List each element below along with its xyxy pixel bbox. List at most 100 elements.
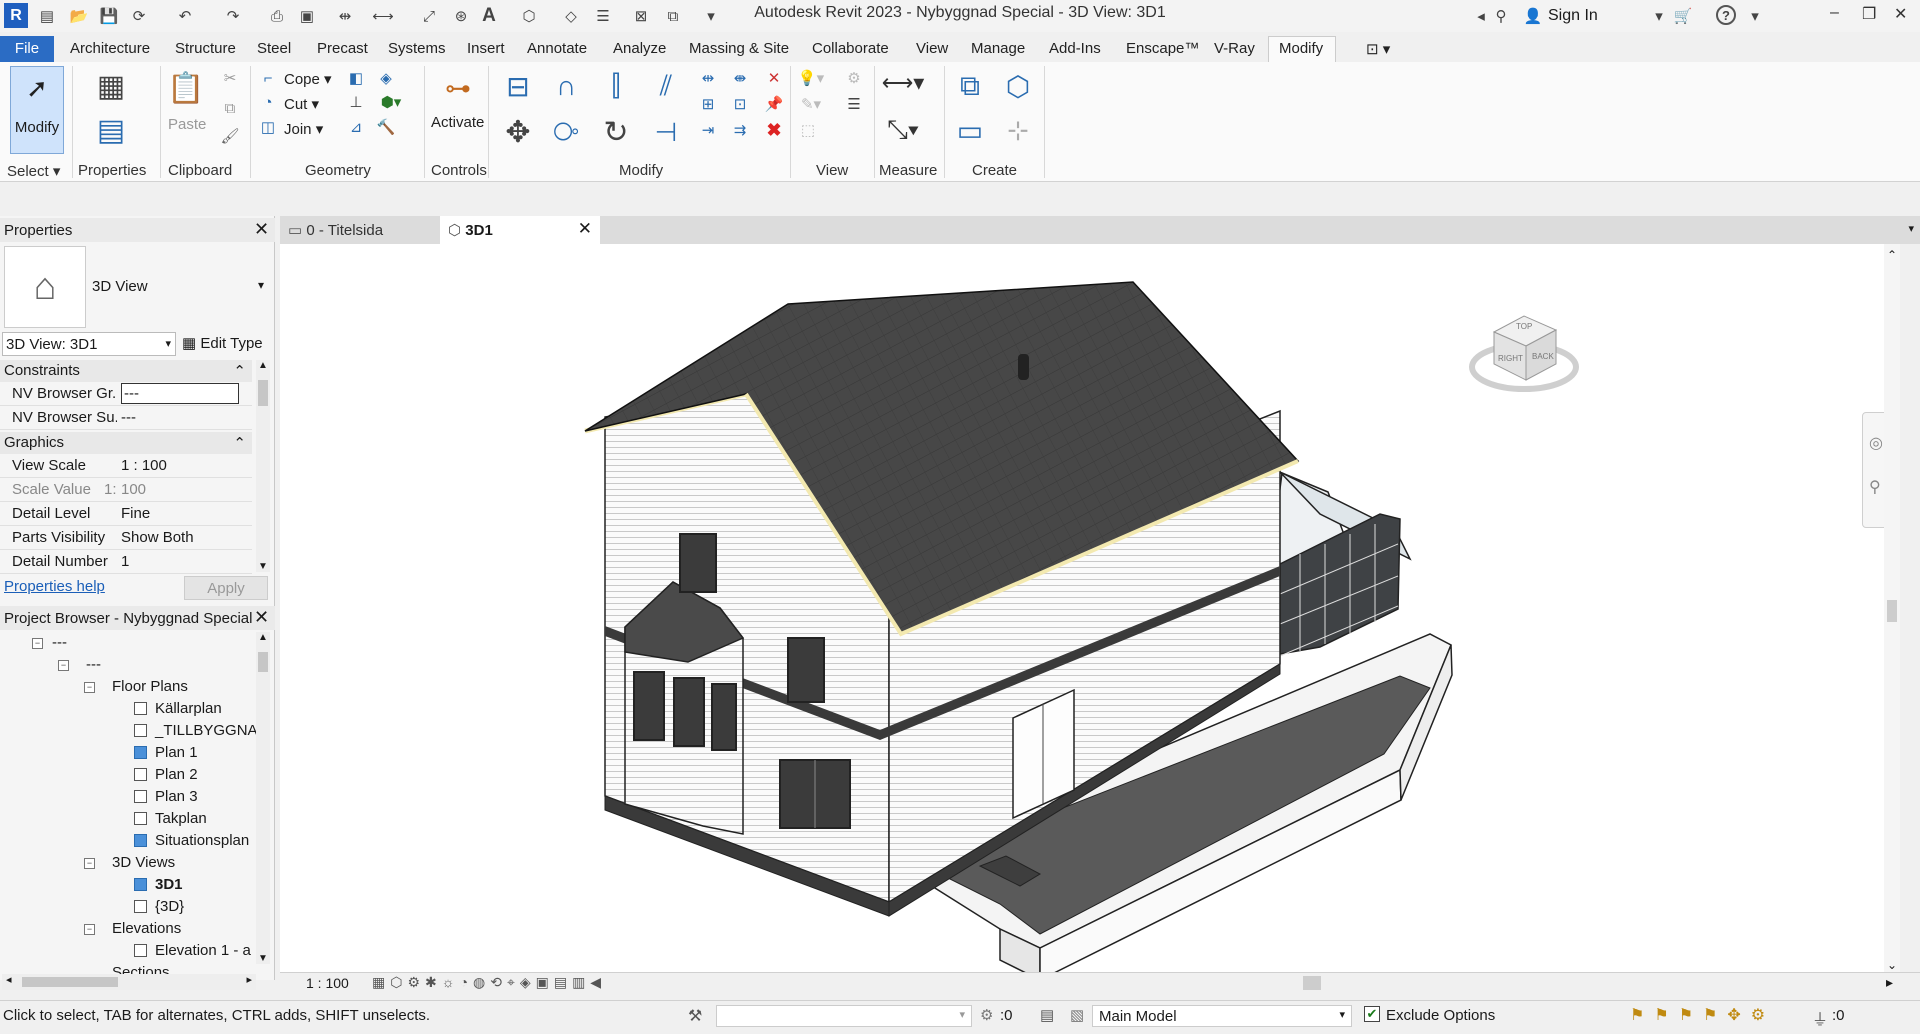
create-group-icon[interactable]: ▭ xyxy=(950,110,990,150)
view-scale[interactable]: 1 : 100 xyxy=(306,975,349,991)
create-parts-icon[interactable]: ⬡ xyxy=(998,66,1038,106)
scroll-right-icon[interactable]: ▸ xyxy=(246,973,252,986)
cope-button[interactable]: Cope ▾ xyxy=(284,70,332,88)
tree-group-floor-plans[interactable]: Floor Plans xyxy=(112,678,188,695)
scroll-thumb[interactable] xyxy=(1887,600,1897,622)
tab-architecture[interactable]: Architecture xyxy=(70,40,150,57)
tree-view-item[interactable]: Källarplan xyxy=(134,700,222,717)
tree-view-item-active[interactable]: 3D1 xyxy=(134,876,183,893)
tree-group-3d-views[interactable]: 3D Views xyxy=(112,854,175,871)
tree-view-item[interactable]: Takplan xyxy=(134,810,207,827)
main-model-icon[interactable]: ▧ xyxy=(1070,1006,1084,1024)
match-properties-icon[interactable]: 🖌 xyxy=(218,126,242,146)
3d-viewport[interactable]: TOP RIGHT BACK ◎ ⚲ ⌃ ⌄ xyxy=(280,244,1900,982)
h-scroll-thumb[interactable] xyxy=(1303,976,1321,990)
design-option-select[interactable]: Main Model ▾ xyxy=(1092,1005,1352,1027)
tab-add-ins[interactable]: Add-Ins xyxy=(1049,40,1101,57)
binoculars-icon[interactable]: ⚲ xyxy=(1490,5,1512,27)
worksets-icon[interactable]: ⚒ xyxy=(688,1006,702,1026)
sign-in-link[interactable]: Sign In xyxy=(1548,7,1598,25)
modify-tool-button[interactable]: ➚ Modify xyxy=(10,66,64,154)
split-element-icon[interactable]: ⇹ xyxy=(696,68,720,88)
viewcube-top-label[interactable]: TOP xyxy=(1516,322,1532,331)
beam-column-join-icon[interactable]: ⊿ xyxy=(346,117,366,137)
trim-extend-icon[interactable]: ⊣ xyxy=(646,112,686,152)
property-value[interactable]: Show Both xyxy=(121,529,239,546)
viewcube-right-label[interactable]: RIGHT xyxy=(1498,354,1523,363)
viewcube[interactable]: TOP RIGHT BACK xyxy=(1464,292,1584,402)
property-value[interactable]: 1 : 100 xyxy=(121,457,239,474)
selection-toggles-icons[interactable]: ⚑⚑⚑⚑✥⚙ xyxy=(1630,1005,1775,1025)
view-control-icons[interactable]: ▦⬡⚙✱☼◔◍⟲⌖◈▣▤▥◀ xyxy=(372,974,606,991)
scroll-up-icon[interactable]: ⌃ xyxy=(1884,248,1900,262)
array-icon[interactable]: ⊞ xyxy=(696,94,720,114)
restore-button[interactable]: ❐ xyxy=(1862,4,1876,24)
paste-icon[interactable]: 📋 xyxy=(166,66,206,110)
scroll-thumb[interactable] xyxy=(258,380,268,406)
tab-structure[interactable]: Structure xyxy=(175,40,236,57)
tab-analyze[interactable]: Analyze xyxy=(613,40,666,57)
tab-manage[interactable]: Manage xyxy=(971,40,1025,57)
edit-type-button[interactable]: ▦ Edit Type xyxy=(182,334,263,352)
tab-precast[interactable]: Precast xyxy=(317,40,368,57)
tree-view-item[interactable]: Elevation 1 - a xyxy=(134,942,252,959)
doc-tab-3d1[interactable]: ⬡ 3D1 ✕ xyxy=(440,216,600,244)
move-icon[interactable]: ✥ xyxy=(498,112,538,152)
tree-view-item[interactable]: Situationsplan xyxy=(134,832,252,849)
tab-insert[interactable]: Insert xyxy=(467,40,505,57)
rotate-icon[interactable]: ↻ xyxy=(596,112,636,152)
collapse-toggle-icon[interactable]: − xyxy=(58,660,69,671)
collapse-toggle-icon[interactable]: − xyxy=(84,858,95,869)
override-graphics-icon[interactable]: ⚙ xyxy=(842,68,866,88)
delete-icon[interactable]: ✖ xyxy=(762,120,786,140)
demolish-icon[interactable]: ⬢▾ xyxy=(376,92,406,112)
exclude-options-checkbox[interactable]: ✔ xyxy=(1364,1006,1380,1022)
zoom-region-icon[interactable]: ⚲ xyxy=(1869,477,1881,497)
thin-lines-toggle-icon[interactable]: ☰ xyxy=(842,94,866,114)
pin-icon[interactable]: 📌 xyxy=(762,94,786,114)
tab-vray[interactable]: V-Ray xyxy=(1214,40,1255,57)
property-row[interactable]: NV Browser Su... --- xyxy=(0,406,252,430)
collapse-left-icon[interactable]: ◂ xyxy=(1470,5,1492,27)
collapse-toggle-icon[interactable]: − xyxy=(84,924,95,935)
aligned-dimension-icon[interactable]: ⤡▾ xyxy=(878,110,928,150)
scroll-up-icon[interactable]: ▲ xyxy=(256,632,270,643)
scroll-down-icon[interactable]: ▼ xyxy=(256,561,270,572)
user-icon[interactable]: 👤 xyxy=(1522,5,1544,27)
scroll-thumb[interactable] xyxy=(258,652,268,672)
property-row[interactable]: Detail Level Fine xyxy=(0,502,252,526)
scroll-up-icon[interactable]: ▲ xyxy=(256,360,270,371)
window[interactable] xyxy=(711,683,737,751)
scale-icon[interactable]: ⊡ xyxy=(728,94,752,114)
select-box-icon[interactable]: ⬚ xyxy=(796,120,820,140)
property-value[interactable]: --- xyxy=(121,409,239,426)
filter-icon[interactable]: ⏚ xyxy=(1812,1006,1828,1030)
mirror-draw-axis-icon[interactable]: ⫽ xyxy=(646,66,686,106)
ribbon-options-icon[interactable]: ⊡ ▾ xyxy=(1366,40,1390,58)
window[interactable] xyxy=(673,677,705,747)
property-value[interactable]: Fine xyxy=(121,505,239,522)
type-selector-dropdown-icon[interactable]: ▾ xyxy=(258,278,264,292)
steering-wheel-icon[interactable]: ◎ xyxy=(1869,433,1883,453)
align-icon[interactable]: ⊟ xyxy=(498,66,538,106)
tab-annotate[interactable]: Annotate xyxy=(527,40,587,57)
tab-massing-site[interactable]: Massing & Site xyxy=(689,40,789,57)
viewport-v-scrollbar[interactable]: ⌃ ⌄ xyxy=(1884,244,1900,980)
viewcube-back-label[interactable]: BACK xyxy=(1532,352,1554,361)
panel-select[interactable]: Select ▾ xyxy=(7,162,60,180)
tab-steel[interactable]: Steel xyxy=(257,40,291,57)
property-value-input[interactable]: --- xyxy=(121,383,239,404)
browser-scrollbar[interactable]: ▲ ▼ xyxy=(256,632,270,964)
tree-group-elevations[interactable]: Elevations xyxy=(112,920,181,937)
linework-icon[interactable]: ✎▾ xyxy=(796,94,826,114)
tab-file[interactable]: File xyxy=(0,36,54,62)
activate-label[interactable]: Activate xyxy=(431,114,484,131)
cart-icon[interactable]: 🛒 xyxy=(1672,5,1694,27)
tree-view-item[interactable]: Plan 3 xyxy=(134,788,198,805)
close-button[interactable]: ✕ xyxy=(1894,4,1907,24)
property-row[interactable]: Detail Number 1 xyxy=(0,550,252,574)
bay-window[interactable] xyxy=(624,581,745,835)
scroll-down-icon[interactable]: ▼ xyxy=(256,953,270,964)
tree-view-item[interactable]: Plan 1 xyxy=(134,744,198,761)
help-dropdown-icon[interactable]: ▾ xyxy=(1744,5,1766,27)
